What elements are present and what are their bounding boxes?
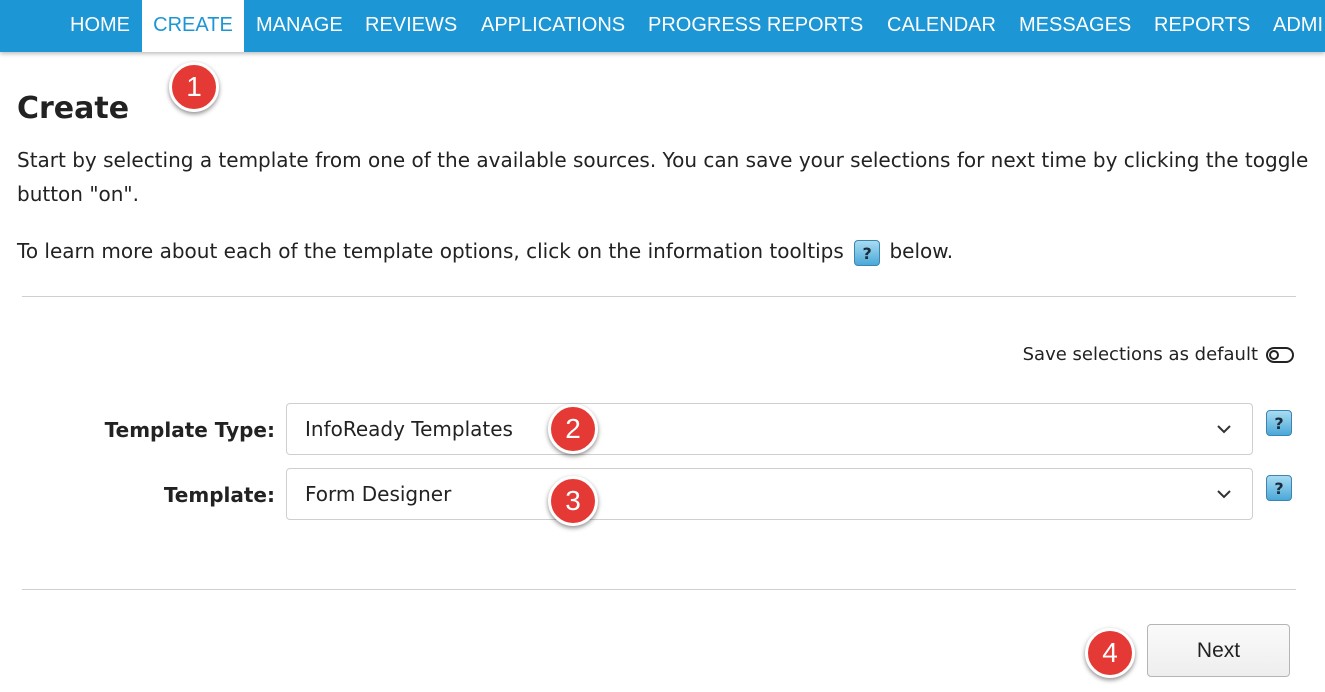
nav-messages[interactable]: MESSAGES — [1019, 0, 1131, 52]
chevron-down-icon — [1217, 425, 1231, 434]
chevron-down-icon — [1217, 490, 1231, 499]
question-mark-icon: ? — [854, 239, 881, 266]
nav-reviews[interactable]: REVIEWS — [365, 0, 457, 52]
step-badge-2: 2 — [548, 404, 598, 454]
save-default-row: Save selections as default — [1023, 344, 1294, 365]
template-value: Form Designer — [305, 482, 452, 506]
step-badge-1: 1 — [169, 62, 219, 112]
top-divider — [22, 296, 1296, 297]
toggle-knob — [1269, 349, 1279, 360]
toggle-off-icon[interactable] — [1266, 346, 1294, 363]
top-navigation: HOME CREATE MANAGE REVIEWS APPLICATIONS … — [0, 0, 1325, 52]
step-badge-3: 3 — [548, 476, 598, 526]
nav-applications[interactable]: APPLICATIONS — [481, 0, 625, 52]
page-title: Create — [17, 91, 130, 126]
learn-more-text-after: below. — [889, 239, 954, 263]
nav-create[interactable]: CREATE — [142, 0, 244, 52]
template-label: Template: — [163, 483, 275, 507]
template-type-value: InfoReady Templates — [305, 417, 513, 441]
step-badge-4: 4 — [1085, 628, 1135, 678]
template-type-help-icon[interactable]: ? — [1266, 410, 1292, 436]
save-default-label: Save selections as default — [1022, 344, 1258, 365]
nav-admin[interactable]: ADMI — [1273, 0, 1323, 52]
nav-manage[interactable]: MANAGE — [256, 0, 343, 52]
template-select[interactable]: Form Designer — [286, 468, 1253, 520]
bottom-divider — [22, 589, 1296, 590]
template-type-label: Template Type: — [104, 418, 275, 442]
intro-text: Start by selecting a template from one o… — [17, 148, 1309, 206]
nav-reports[interactable]: REPORTS — [1154, 0, 1250, 52]
next-button[interactable]: Next — [1147, 624, 1290, 677]
nav-progress-reports[interactable]: PROGRESS REPORTS — [648, 0, 863, 52]
template-type-select[interactable]: InfoReady Templates — [286, 403, 1253, 455]
learn-more-text: To learn more about each of the template… — [17, 234, 953, 268]
nav-home[interactable]: HOME — [70, 0, 130, 52]
nav-calendar[interactable]: CALENDAR — [887, 0, 996, 52]
template-help-icon[interactable]: ? — [1266, 475, 1292, 501]
learn-more-text-before: To learn more about each of the template… — [17, 239, 844, 263]
